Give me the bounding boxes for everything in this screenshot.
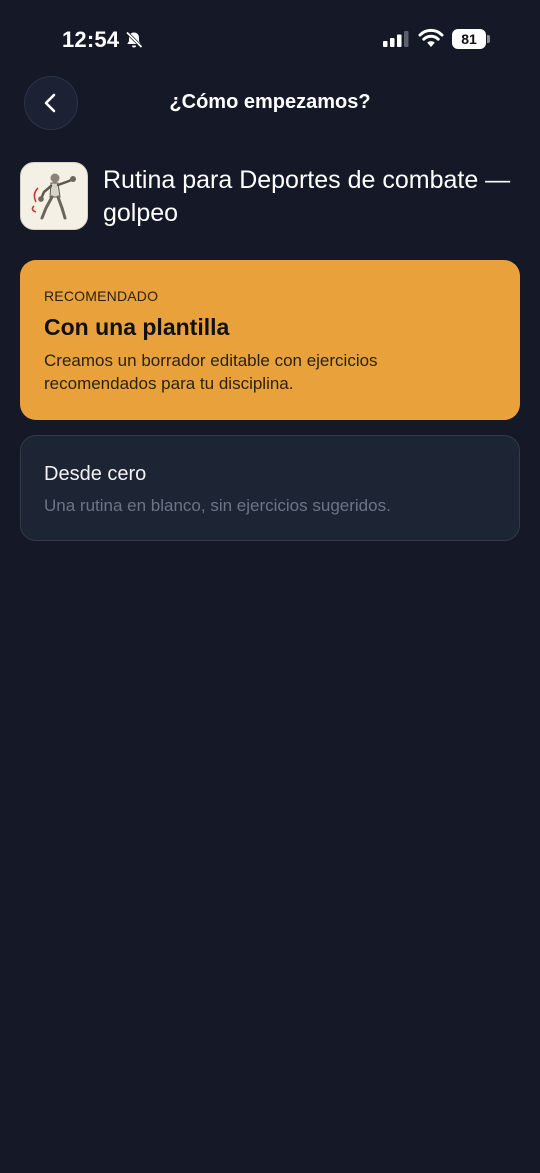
status-time: 12:54 xyxy=(62,27,120,52)
battery-tip xyxy=(487,35,490,43)
scratch-option-title: Desde cero xyxy=(44,463,147,485)
page-title: ¿Cómo empezamos? xyxy=(169,91,371,113)
scratch-option-description: Una rutina en blanco, sin ejercicios sug… xyxy=(44,496,391,515)
routine-title: Rutina para Deportes de combate — golpeo xyxy=(103,166,511,227)
template-option-card[interactable]: RECOMENDADO Con una plantilla Creamos un… xyxy=(20,260,520,420)
status-bar: 12:54 81 xyxy=(0,0,540,80)
template-option-title: Con una plantilla xyxy=(44,314,230,340)
battery-icon: 81 xyxy=(452,29,490,49)
battery-level: 81 xyxy=(452,29,486,49)
wifi-icon xyxy=(418,28,444,47)
scratch-option-card[interactable]: Desde cero Una rutina en blanco, sin eje… xyxy=(20,435,520,541)
template-option-description: Creamos un borrador editable con ejercic… xyxy=(44,351,378,393)
signal-icon xyxy=(383,31,409,47)
screen: 12:54 81 ¿Cómo empezamos? Rutina para De… xyxy=(0,0,540,1173)
recommended-badge: RECOMENDADO xyxy=(44,288,159,304)
routine-thumbnail xyxy=(20,162,88,230)
boxer-illustration-icon xyxy=(31,173,76,220)
bell-muted-icon xyxy=(125,31,143,49)
